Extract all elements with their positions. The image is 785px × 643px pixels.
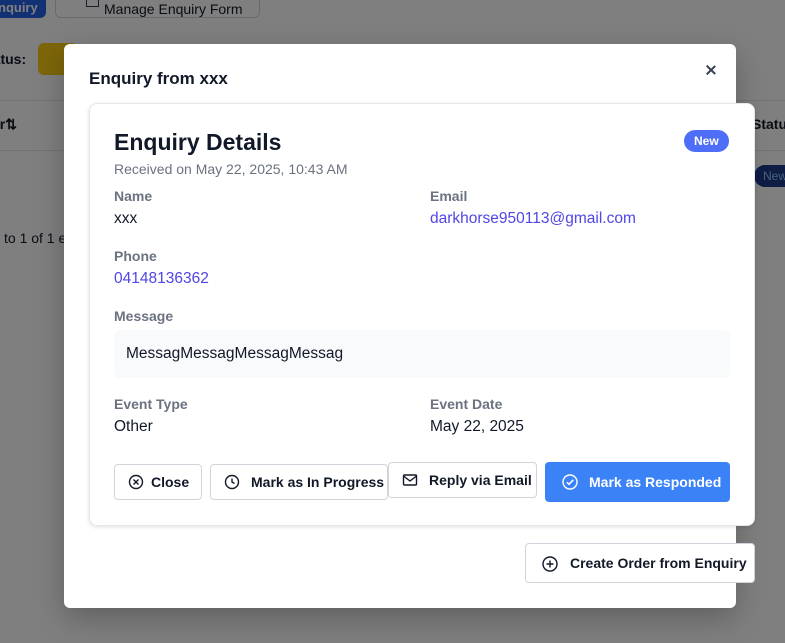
create-order-button[interactable]: Create Order from Enquiry [525,543,755,583]
check-circle-icon [562,474,578,490]
status-badge: New [684,130,729,152]
message-text: MessagMessagMessagMessag [114,330,730,378]
mark-in-progress-label: Mark as In Progress [251,474,385,490]
mark-responded-label: Mark as Responded [589,474,722,490]
mail-icon [402,474,418,486]
close-button[interactable]: Close [114,464,202,500]
name-value: xxx [114,210,138,227]
mark-responded-button[interactable]: Mark as Responded [545,462,730,502]
phone-link[interactable]: 04148136362 [114,270,209,288]
event-type-label: Event Type [114,396,188,412]
received-timestamp: Received on May 22, 2025, 10:43 AM [114,161,348,177]
event-date-label: Event Date [430,396,503,412]
name-label: Name [114,188,153,204]
phone-label: Phone [114,248,157,264]
close-button-label: Close [151,474,190,490]
mark-in-progress-button[interactable]: Mark as In Progress [210,464,388,500]
email-label: Email [430,188,468,204]
event-date-value: May 22, 2025 [430,418,524,435]
reply-email-button[interactable]: Reply via Email [388,462,537,498]
close-icon[interactable] [701,61,721,81]
message-label: Message [114,308,174,324]
enquiry-modal: Enquiry from xxx Enquiry Details Receive… [64,44,755,608]
create-order-label: Create Order from Enquiry [570,555,747,571]
enquiry-details-card: Enquiry Details Received on May 22, 2025… [89,103,755,526]
circle-x-icon [128,474,144,490]
plus-circle-icon [542,556,558,572]
modal-title: Enquiry from xxx [89,69,228,88]
clock-icon [224,474,240,490]
card-title: Enquiry Details [114,129,282,155]
reply-email-label: Reply via Email [429,472,532,488]
email-link[interactable]: darkhorse950113@gmail.com [430,210,636,228]
event-type-value: Other [114,418,153,435]
